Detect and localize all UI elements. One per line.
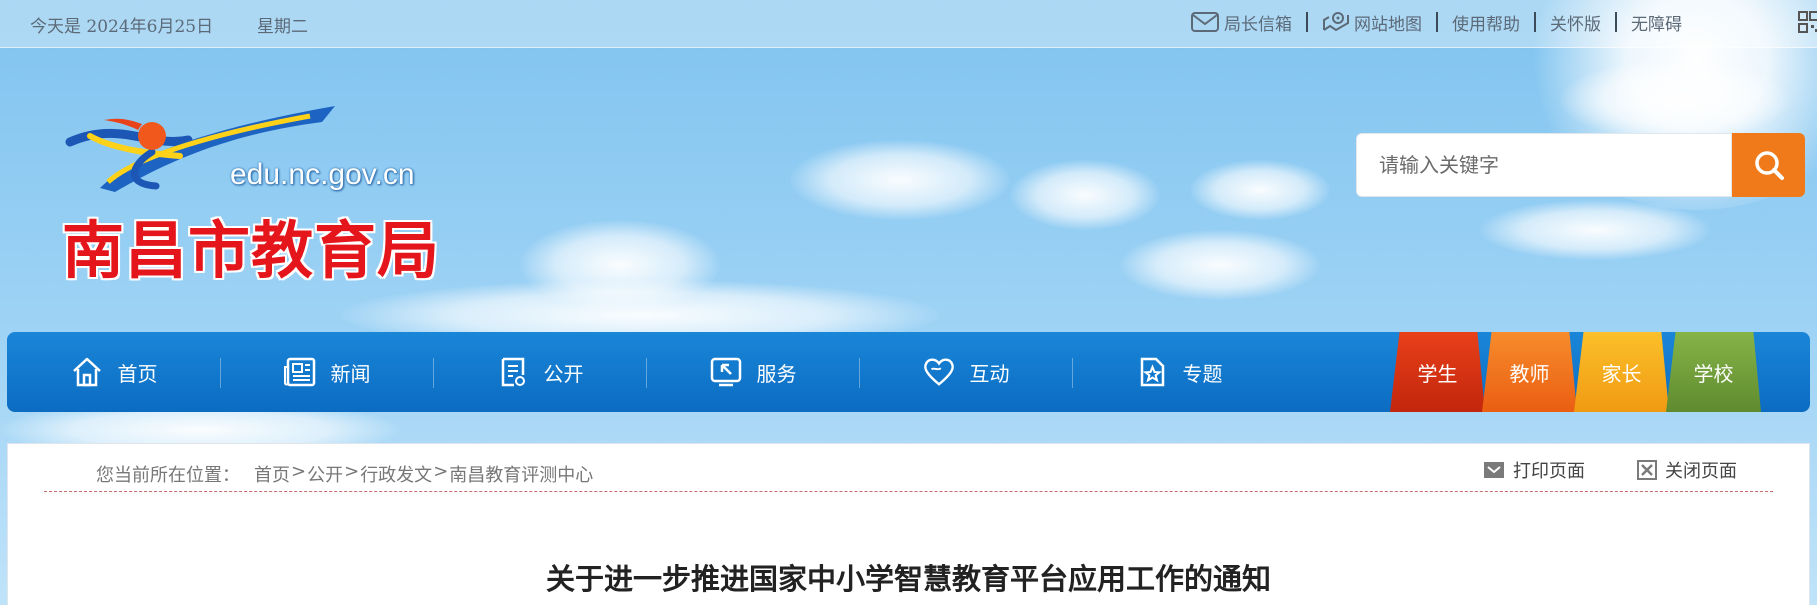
breadcrumb-home[interactable]: 首页 xyxy=(254,461,290,487)
sitemap-link[interactable]: 网站地图 xyxy=(1322,10,1422,35)
nav-item-label: 服务 xyxy=(756,361,797,386)
role-tab-school[interactable]: 学校 xyxy=(1666,332,1761,412)
role-tab-parent[interactable]: 家长 xyxy=(1574,332,1669,412)
cloud xyxy=(1120,230,1320,300)
mail-icon xyxy=(1191,12,1219,32)
main-navigation: 首页 新闻 公开 服务 互动 专题 学生 教师 家长 学校 xyxy=(7,332,1810,412)
breadcrumb-separator: > xyxy=(344,461,360,482)
search-button[interactable] xyxy=(1732,133,1805,197)
logo-domain-text: edu.nc.gov.cn xyxy=(230,158,415,191)
page-tools: 打印页面 关闭页面 xyxy=(1483,457,1737,483)
print-page-label: 打印页面 xyxy=(1513,461,1585,482)
nav-item-label: 互动 xyxy=(969,361,1010,386)
top-bar: 今天是 2024年6月25日 星期二 局长信箱 网站地图 使用帮助 关怀版 无障… xyxy=(0,0,1817,48)
help-link[interactable]: 使用帮助 xyxy=(1452,10,1520,35)
breadcrumb: 您当前所在位置： 首页 > 公开 > 行政发文 > 南昌教育评测中心 xyxy=(96,461,593,487)
search-bar xyxy=(1356,133,1805,197)
accessibility-link[interactable]: 无障碍 xyxy=(1631,10,1682,35)
search-input[interactable] xyxy=(1356,133,1732,197)
cloud xyxy=(520,220,720,310)
breadcrumb-admin-docs[interactable]: 行政发文 xyxy=(360,461,432,487)
nav-divider xyxy=(1072,358,1073,388)
service-icon xyxy=(709,355,743,389)
role-tab-teacher[interactable]: 教师 xyxy=(1482,332,1577,412)
separator xyxy=(1534,12,1536,32)
breadcrumb-separator: > xyxy=(291,461,307,482)
current-date: 今天是 2024年6月25日 xyxy=(30,17,214,37)
star-document-icon xyxy=(1135,355,1169,389)
nav-item-label: 专题 xyxy=(1182,361,1223,386)
nav-item-topics[interactable]: 专题 xyxy=(1072,332,1285,412)
director-mailbox-label: 局长信箱 xyxy=(1224,14,1292,35)
nav-item-public-info[interactable]: 公开 xyxy=(433,332,646,412)
close-page-label: 关闭页面 xyxy=(1665,461,1737,482)
separator xyxy=(1436,12,1438,32)
care-version-link[interactable]: 关怀版 xyxy=(1550,10,1601,35)
nav-item-label: 首页 xyxy=(117,361,158,386)
nav-divider xyxy=(433,358,434,388)
nav-item-interaction[interactable]: 互动 xyxy=(859,332,1072,412)
document-icon xyxy=(496,355,530,389)
divider-line xyxy=(44,491,1773,492)
heart-icon xyxy=(922,355,956,389)
logo-organization-name: 南昌市教育局 xyxy=(62,214,441,287)
site-logo[interactable]: edu.nc.gov.cn 南昌市教育局 xyxy=(60,100,440,287)
sitemap-label: 网站地图 xyxy=(1354,14,1422,35)
breadcrumb-evaluation-center[interactable]: 南昌教育评测中心 xyxy=(449,461,593,487)
nav-item-label: 新闻 xyxy=(330,361,371,386)
cloud xyxy=(1190,160,1330,220)
qr-code-icon[interactable] xyxy=(1798,10,1817,34)
print-icon xyxy=(1484,462,1504,478)
nav-item-label: 公开 xyxy=(543,361,584,386)
nav-divider xyxy=(220,358,221,388)
print-page-button[interactable]: 打印页面 xyxy=(1483,457,1585,483)
breadcrumb-separator: > xyxy=(433,461,449,482)
cloud xyxy=(790,140,1010,220)
nav-divider xyxy=(646,358,647,388)
cloud xyxy=(1010,160,1160,230)
nav-item-services[interactable]: 服务 xyxy=(646,332,859,412)
nav-item-home[interactable]: 首页 xyxy=(7,332,220,412)
nav-item-news[interactable]: 新闻 xyxy=(220,332,433,412)
current-weekday: 星期二 xyxy=(257,17,308,37)
close-icon xyxy=(1637,460,1657,480)
breadcrumb-prefix: 您当前所在位置： xyxy=(96,465,240,486)
separator xyxy=(1615,12,1617,32)
separator xyxy=(1306,12,1308,32)
director-mailbox-link[interactable]: 局长信箱 xyxy=(1190,10,1292,35)
nav-divider xyxy=(859,358,860,388)
top-links: 局长信箱 网站地图 使用帮助 关怀版 无障碍 xyxy=(1190,10,1682,35)
role-tab-student[interactable]: 学生 xyxy=(1390,332,1485,412)
map-icon xyxy=(1323,12,1349,32)
role-tabs: 学生 教师 家长 学校 xyxy=(1390,332,1761,412)
article-title: 关于进一步推进国家中小学智慧教育平台应用工作的通知 xyxy=(545,562,1271,596)
newspaper-icon xyxy=(283,355,317,389)
search-icon xyxy=(1754,151,1784,180)
close-page-button[interactable]: 关闭页面 xyxy=(1637,457,1737,483)
home-icon xyxy=(70,355,104,389)
content-panel: 您当前所在位置： 首页 > 公开 > 行政发文 > 南昌教育评测中心 打印页面 … xyxy=(7,443,1810,605)
breadcrumb-public[interactable]: 公开 xyxy=(307,461,343,487)
